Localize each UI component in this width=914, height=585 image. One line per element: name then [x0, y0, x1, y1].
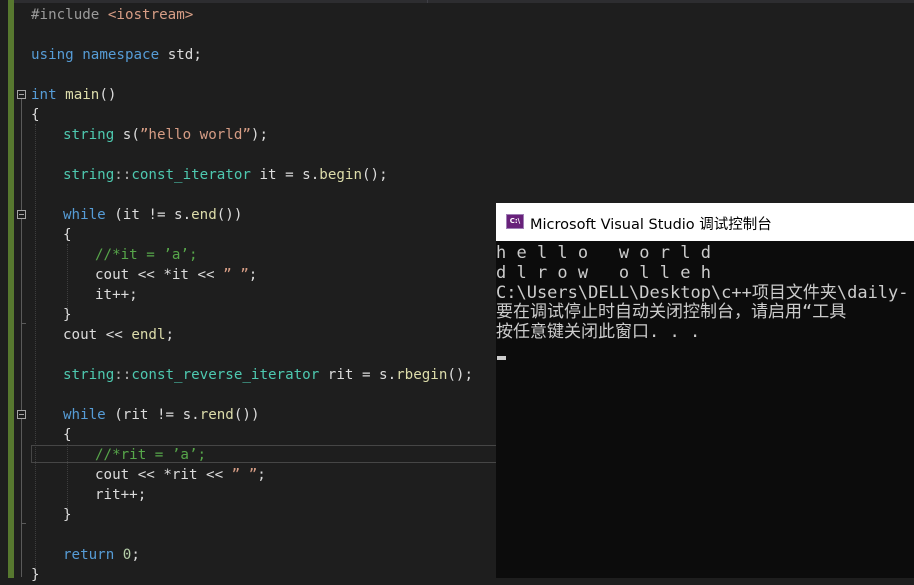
- code-line-while2-open: {: [63, 427, 72, 443]
- collapse-while2-icon[interactable]: [17, 410, 26, 419]
- code-line-cout2: cout << *rit << ” ”;: [95, 467, 266, 483]
- editor-top-strip: [0, 0, 914, 3]
- code-line-comment2: //*rit = ’a’;: [95, 447, 207, 463]
- console-line: 按任意键关闭此窗口. . .: [496, 322, 701, 342]
- code-line-while2: while (rit != s.rend()): [63, 407, 260, 423]
- code-line-while1-close: }: [63, 307, 72, 323]
- code-line-reverse-iterator-decl: string::const_reverse_iterator rit = s.r…: [63, 367, 474, 383]
- console-cursor: [497, 356, 506, 360]
- code-line-main-close: }: [31, 567, 40, 583]
- console-title-bar[interactable]: C:\ Microsoft Visual Studio 调试控制台: [496, 203, 914, 241]
- indent-guide: [35, 124, 36, 578]
- code-line-return: return 0;: [63, 547, 140, 563]
- code-line-iterator-decl: string::const_iterator it = s.begin();: [63, 167, 388, 183]
- code-line-main: int main(): [31, 87, 117, 103]
- code-line-include: #include <iostream>: [31, 7, 194, 23]
- fold-guide-while1: [21, 219, 22, 323]
- code-line-using: using namespace std;: [31, 47, 202, 63]
- code-line-cout-endl: cout << endl;: [63, 327, 175, 343]
- collapse-while1-icon[interactable]: [17, 210, 26, 219]
- indent-guide: [67, 244, 68, 312]
- code-line-while1: while (it != s.end()): [63, 207, 243, 223]
- code-line-cout1: cout << *it << ” ”;: [95, 267, 258, 283]
- code-line-string-decl: string s(”hello world”);: [63, 127, 269, 143]
- console-output: h e l l o w o r l d d l r o w o l l e h …: [496, 243, 914, 578]
- fold-end-while1: [21, 323, 26, 324]
- code-line-comment1: //*it = ’a’;: [95, 247, 198, 263]
- code-line-rit-inc: rit++;: [95, 487, 147, 503]
- console-line: d l r o w o l l e h: [496, 263, 711, 283]
- fold-end-while2: [21, 523, 26, 524]
- code-line-while2-close: }: [63, 507, 72, 523]
- console-line: C:\Users\DELL\Desktop\c++项目文件夹\daily-: [496, 283, 909, 303]
- visual-studio-console-icon: C:\: [506, 214, 524, 229]
- console-title: Microsoft Visual Studio 调试控制台: [530, 217, 772, 233]
- collapse-main-icon[interactable]: [17, 90, 26, 99]
- change-tracking-bar: [8, 0, 14, 578]
- debug-console-window[interactable]: C:\ Microsoft Visual Studio 调试控制台 h e l …: [496, 203, 914, 578]
- fold-guide-while2: [21, 419, 22, 523]
- code-line-it-inc: it++;: [95, 287, 138, 303]
- console-line: h e l l o w o r l d: [496, 243, 711, 263]
- code-line-while1-open: {: [63, 227, 72, 243]
- console-line: 要在调试停止时自动关闭控制台，请启用“工具: [496, 302, 847, 322]
- code-line-main-open: {: [31, 107, 40, 123]
